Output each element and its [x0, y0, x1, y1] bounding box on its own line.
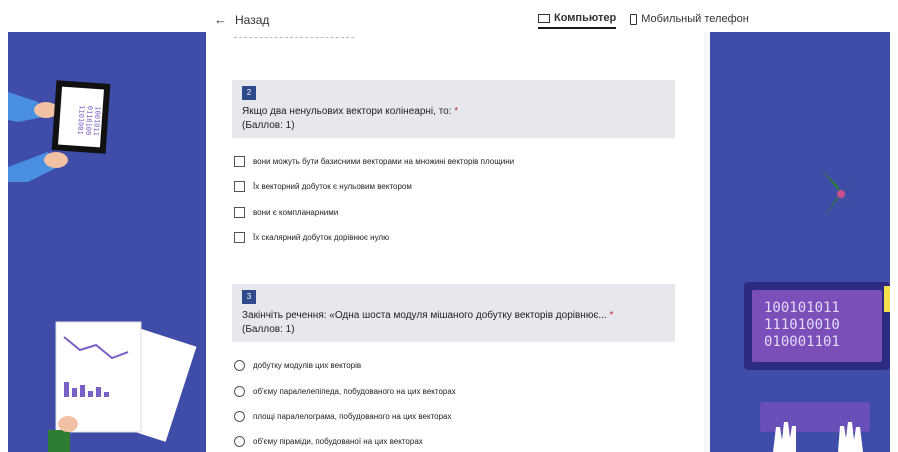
monitor-icon [538, 13, 550, 23]
option-label: об'єму піраміди, побудованої на цих вект… [253, 437, 423, 446]
view-mobile-label: Мобильный телефон [641, 13, 749, 25]
option-label: вони є компланарними [253, 208, 339, 217]
question-text-content: Якщо два ненульових вектори колінеарні, … [242, 106, 452, 117]
view-computer-tab[interactable]: Компьютер [538, 12, 617, 29]
question-text: Якщо два ненульових вектори колінеарні, … [242, 106, 458, 117]
radio-button[interactable] [234, 360, 245, 371]
checkbox-option[interactable]: вони є компланарними [234, 207, 338, 218]
question-text: Закінчіть речення: «Одна шоста модуля мі… [242, 310, 613, 321]
view-computer-label: Компьютер [554, 12, 617, 24]
radio-option[interactable]: добутку модулів цих векторів [234, 360, 361, 371]
radio-option[interactable]: об'єму піраміди, побудованої на цих вект… [234, 436, 423, 447]
back-arrow-icon: ← [214, 12, 227, 27]
top-bar: ← Назад Компьютер Мобильный телефон [0, 0, 898, 32]
plant-illustration [821, 169, 864, 219]
view-switcher: Компьютер Мобильный телефон [538, 12, 749, 29]
checkbox-option[interactable]: вони можуть бути базисними векторами на … [234, 156, 514, 167]
question-number: 2 [242, 86, 256, 100]
checkbox-option[interactable]: Їх скалярний добуток дорівнює нулю [234, 232, 389, 243]
option-label: Їх скалярний добуток дорівнює нулю [253, 233, 390, 242]
question-3-header: 3 Закінчіть речення: «Одна шоста модуля … [232, 284, 675, 342]
view-mobile-tab[interactable]: Мобильный телефон [630, 12, 749, 29]
binary-line: 111010010 [764, 317, 840, 333]
option-label: об'єму паралелепіпеда, побудованого на ц… [253, 387, 456, 396]
required-mark: * [454, 106, 459, 117]
checkbox[interactable] [234, 181, 245, 192]
checkbox-option[interactable]: Їх векторний добуток є нульовим вектором [234, 181, 412, 192]
radio-option[interactable]: об'єму паралелепіпеда, побудованого на ц… [234, 386, 456, 397]
option-label: Їх векторний добуток є нульовим вектором [253, 182, 412, 191]
back-button[interactable]: ← Назад [214, 12, 269, 27]
radio-button[interactable] [234, 436, 245, 447]
radio-button[interactable] [234, 411, 245, 422]
previous-option-remnant [234, 32, 354, 38]
option-label: вони можуть бути базисними векторами на … [253, 157, 515, 166]
form-card: 2 Якщо два ненульових вектори колінеарні… [206, 32, 704, 452]
option-label: площі паралелограма, побудованого на цих… [253, 412, 452, 421]
sticky-note [884, 286, 890, 312]
question-2-header: 2 Якщо два ненульових вектори колінеарні… [232, 80, 675, 138]
checkbox[interactable] [234, 156, 245, 167]
back-label: Назад [235, 12, 270, 27]
code-monitor-illustration: 100101011 111010010 010001101 [744, 282, 890, 370]
question-score: (Баллов: 1) [242, 120, 295, 131]
tablet-illustration: 1001011 0110100 1101001 [8, 80, 111, 182]
binary-line: 100101011 [764, 300, 840, 316]
question-text-content: Закінчіть речення: «Одна шоста модуля мі… [242, 310, 607, 321]
checkbox[interactable] [234, 207, 245, 218]
phone-icon [630, 13, 638, 25]
question-number: 3 [242, 290, 256, 304]
option-label: добутку модулів цих векторів [253, 361, 362, 370]
radio-option[interactable]: площі паралелограма, побудованого на цих… [234, 411, 451, 422]
question-score: (Баллов: 1) [242, 324, 295, 335]
required-mark: * [609, 310, 614, 321]
report-illustration [48, 321, 197, 452]
checkbox[interactable] [234, 232, 245, 243]
binary-line: 010001101 [764, 334, 840, 350]
radio-button[interactable] [234, 386, 245, 397]
hands-illustration [773, 422, 863, 452]
